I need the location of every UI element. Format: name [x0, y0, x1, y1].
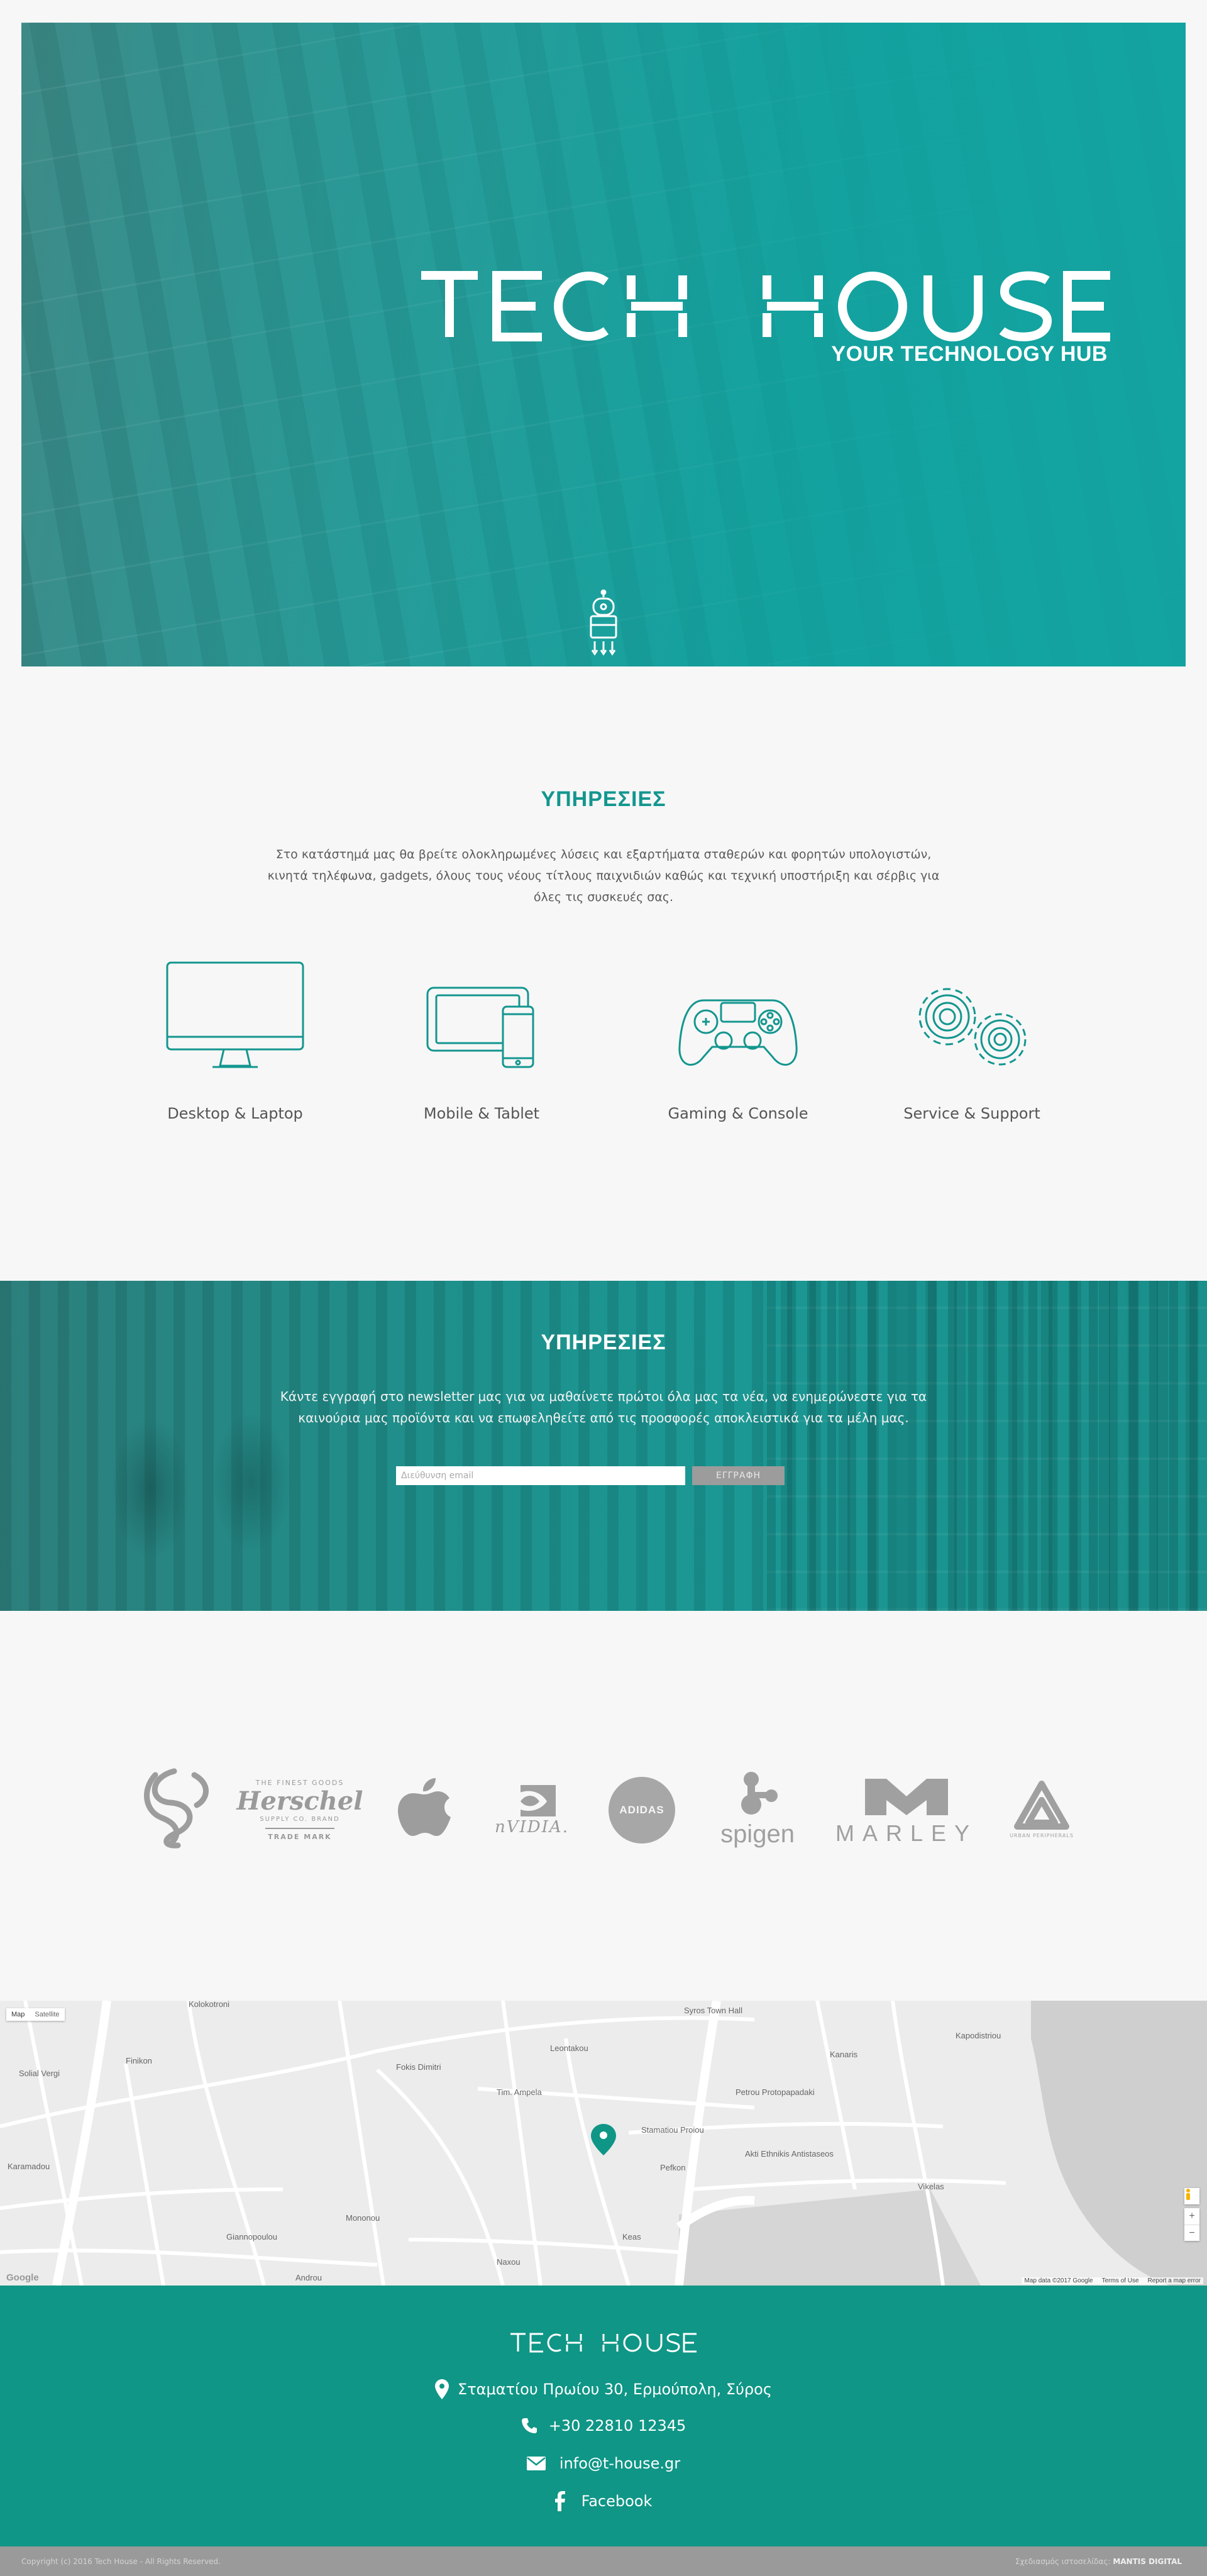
services-description: Στο κατάστημά μας θα βρείτε ολοκληρωμένε… — [267, 848, 940, 904]
design-credit[interactable]: Σχεδιασμός ιστοσελίδας: MANTIS DIGITAL — [1015, 2557, 1182, 2566]
email-field[interactable] — [396, 1466, 685, 1485]
map-type-map-button[interactable]: Map — [6, 2008, 30, 2021]
apple-logo — [396, 1774, 453, 1840]
facebook-text: Facebook — [581, 2492, 653, 2510]
svg-text:Fokis Dimitri: Fokis Dimitri — [396, 2062, 441, 2072]
svg-text:Pefkon: Pefkon — [660, 2163, 685, 2172]
map-streets[interactable]: Kolokotroni Solial Vergi Finikon Karamad… — [0, 2001, 1207, 2286]
hero-banner: YOUR TECHNOLOGY HUB — [21, 23, 1186, 666]
tech-house-logo — [421, 271, 1110, 341]
service-desktop-laptop[interactable]: Desktop & Laptop — [141, 946, 329, 1122]
phone-text: +30 22810 12345 — [548, 2417, 686, 2435]
address-text: Σταματίου Πρωίου 30, Ερμούπολη, Σύρος — [458, 2380, 772, 2398]
svg-text:Petrou Protopapadaki: Petrou Protopapadaki — [736, 2087, 815, 2097]
map-data-credit: Map data ©2017 Google — [1024, 2277, 1093, 2284]
marley-logo: MARLEY — [835, 1773, 973, 1851]
service-mobile-tablet[interactable]: Mobile & Tablet — [387, 946, 576, 1122]
service-label: Service & Support — [903, 1105, 1040, 1122]
svg-text:Akti Ethnikis Antistaseos: Akti Ethnikis Antistaseos — [745, 2149, 834, 2159]
map-terms-link[interactable]: Terms of Use — [1102, 2277, 1139, 2284]
svg-text:Tim. Ampela: Tim. Ampela — [497, 2087, 543, 2097]
service-service-support[interactable]: Service & Support — [878, 946, 1066, 1122]
hero-tagline: YOUR TECHNOLOGY HUB — [831, 342, 1108, 366]
svg-text:Androu: Androu — [295, 2273, 322, 2282]
email-text: info@t-house.gr — [559, 2455, 681, 2472]
svg-text:Karamadou: Karamadou — [8, 2162, 50, 2171]
footer-phone[interactable]: +30 22810 12345 — [0, 2417, 1207, 2435]
tablet-phone-icon — [426, 987, 534, 1068]
monitor-icon — [166, 961, 304, 1068]
svg-text:Vikelas: Vikelas — [918, 2182, 944, 2191]
map-report-link[interactable]: Report a map error — [1148, 2277, 1201, 2284]
gears-icon — [918, 988, 1027, 1066]
svg-text:Syros Town Hall: Syros Town Hall — [684, 2006, 742, 2015]
mantis-digital-link[interactable]: MANTIS DIGITAL — [1113, 2557, 1182, 2566]
svg-text:Mononou: Mononou — [346, 2213, 380, 2223]
location-pin-icon — [435, 2379, 449, 2399]
nvidia-logo: nVIDIA. — [490, 1778, 573, 1842]
svg-text:Naxou: Naxou — [497, 2257, 521, 2267]
services-title: ΥΠΗΡΕΣΙΕΣ — [541, 787, 666, 811]
newsletter-description: Κάντε εγγραφή στο newsletter μας για να … — [280, 1389, 927, 1425]
service-label: Desktop & Laptop — [167, 1105, 303, 1122]
svg-text:Stamatiou Proiou: Stamatiou Proiou — [641, 2125, 704, 2135]
copyright-text: Copyright (c) 2016 Tech House - All Righ… — [21, 2557, 221, 2566]
newsletter-title: ΥΠΗΡΕΣΙΕΣ — [541, 1330, 666, 1354]
adidas-logo: ADIDAS — [609, 1777, 675, 1844]
phone-icon — [521, 2418, 537, 2433]
svg-text:Kolokotroni: Kolokotroni — [189, 2001, 229, 2009]
svg-text:Kapodistriou: Kapodistriou — [956, 2031, 1001, 2040]
gamepad-icon — [678, 999, 798, 1066]
robot-mascot-icon — [590, 589, 617, 656]
zoom-out-button[interactable]: − — [1184, 2225, 1199, 2241]
svg-text:Finikon: Finikon — [126, 2056, 152, 2065]
footer-facebook-link[interactable]: Facebook — [0, 2491, 1207, 2511]
footer-tech-house-logo — [510, 2333, 697, 2353]
herschel-logo: THE FINEST GOODS Herschel SUPPLY CO. BRA… — [236, 1778, 363, 1841]
svg-text:Kanaris: Kanaris — [830, 2050, 858, 2059]
map-type-switcher[interactable]: Map Satellite — [6, 2008, 65, 2021]
footer-address[interactable]: Σταματίου Πρωίου 30, Ερμούπολη, Σύρος — [0, 2379, 1207, 2399]
street-view-pegman-icon[interactable] — [1184, 2188, 1199, 2204]
service-label: Gaming & Console — [668, 1105, 808, 1122]
envelope-icon — [526, 2457, 546, 2470]
spigen-logo: spigen — [712, 1767, 803, 1851]
razer-logo — [135, 1764, 220, 1850]
subscribe-button[interactable]: ΕΓΓΡΑΦΗ — [692, 1466, 785, 1485]
service-label: Mobile & Tablet — [423, 1105, 540, 1122]
map-footer: Map data ©2017 Google Terms of Use Repor… — [1022, 2277, 1203, 2284]
google-logo[interactable]: Google — [6, 2272, 39, 2283]
svg-text:Leontakou: Leontakou — [550, 2043, 588, 2053]
map-type-satellite-button[interactable]: Satellite — [30, 2008, 64, 2021]
map-zoom-controls[interactable]: + − — [1184, 2208, 1199, 2241]
service-gaming-console[interactable]: Gaming & Console — [644, 946, 832, 1122]
location-map[interactable]: Kolokotroni Solial Vergi Finikon Karamad… — [0, 2001, 1207, 2286]
facebook-icon — [554, 2491, 565, 2511]
skullcandy-logo: URBAN PERIPHERALS — [1008, 1772, 1075, 1845]
footer-email[interactable]: info@t-house.gr — [0, 2455, 1207, 2472]
svg-text:Keas: Keas — [622, 2232, 641, 2242]
svg-text:Solial Vergi: Solial Vergi — [19, 2069, 60, 2078]
zoom-in-button[interactable]: + — [1184, 2208, 1199, 2225]
svg-text:Giannopoulou: Giannopoulou — [226, 2232, 277, 2242]
